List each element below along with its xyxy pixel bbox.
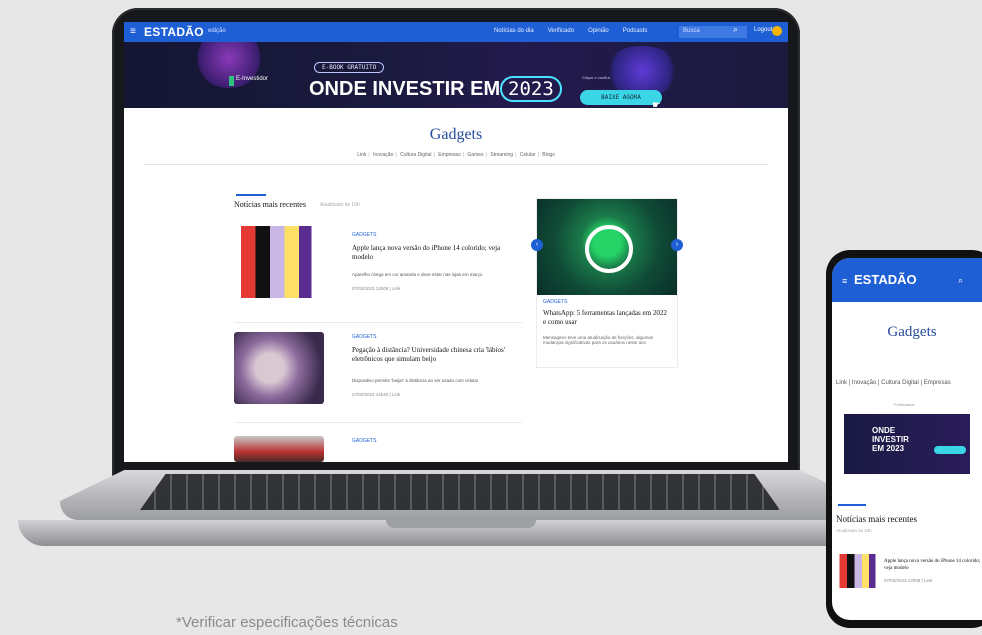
article-tag[interactable]: GADGETS	[352, 438, 376, 444]
laptop-keyboard	[140, 474, 780, 510]
article-title[interactable]: Apple lança nova versão do iPhone 14 col…	[884, 558, 982, 572]
article-title[interactable]: Apple lança nova versão do iPhone 14 col…	[352, 244, 522, 262]
search-placeholder: Busca	[683, 28, 700, 34]
article-desc: Mensageiro teve uma atualização de funçõ…	[543, 335, 654, 345]
subnav-item[interactable]: Games	[467, 152, 483, 158]
ad-text: ONDE INVESTIR EM 2023	[872, 426, 909, 453]
download-button[interactable]	[934, 446, 966, 454]
featured-article-card[interactable]: ‹ › GADGETS WhatsApp: 5 ferramentas lanç…	[531, 198, 683, 368]
latest-news-subtitle: Atualizado às 10h	[320, 202, 360, 208]
carousel-prev-button[interactable]: ‹	[531, 239, 543, 251]
subnav-item[interactable]: Celular	[520, 152, 536, 158]
user-icon[interactable]	[772, 26, 782, 36]
divider	[234, 322, 522, 323]
article-title[interactable]: Pegação à distância? Universidade chines…	[352, 346, 522, 364]
divider	[144, 164, 768, 165]
article-meta: 07/03/2023 13h08 | Link	[884, 578, 933, 583]
laptop-screen: ≡ ESTADÃO edição Notícias do dia Verific…	[124, 22, 788, 462]
decor-blob	[602, 46, 682, 96]
article-title[interactable]: WhatsApp: 5 ferramentas lançadas em 2022…	[543, 309, 671, 327]
banner-cta-caption: Clique e confira	[582, 75, 610, 80]
article-meta: 27/02/2023 14h40 | Link	[352, 392, 401, 397]
banner-pill: E-BOOK GRATUITO	[314, 62, 385, 73]
section-subnav[interactable]: Link | Inovação | Cultura Digital | Empr…	[836, 380, 951, 386]
section-accent	[838, 504, 866, 506]
separator: |	[433, 152, 435, 158]
article-desc: Dispositivo permite 'beijar' à distância…	[352, 378, 479, 383]
subnav-item[interactable]: Cultura Digital	[400, 152, 431, 158]
nav-link[interactable]: Verificado	[548, 28, 574, 34]
site-navbar: ≡ ESTADÃO edição Notícias do dia Verific…	[124, 22, 788, 42]
page-title: Gadgets	[429, 126, 483, 143]
article-meta: 07/03/2023 13h08 | Link	[352, 286, 401, 291]
site-logo[interactable]: ESTADÃO	[854, 272, 917, 287]
separator: |	[368, 152, 370, 158]
latest-news-subtitle: Atualizado às 10h	[836, 528, 872, 533]
search-icon[interactable]: ⌕	[958, 275, 963, 286]
subnav-item[interactable]: Empresas	[438, 152, 461, 158]
banner-brand: E-Investidor	[236, 76, 269, 82]
latest-news-heading: Notícias mais recentes	[234, 200, 306, 209]
separator: |	[515, 152, 517, 158]
menu-icon[interactable]: ≡	[842, 276, 847, 286]
carousel-next-button[interactable]: ›	[671, 239, 683, 251]
article-tag[interactable]: GADGETS	[352, 232, 376, 238]
article-image[interactable]	[234, 226, 324, 298]
separator: |	[537, 152, 539, 158]
article-image[interactable]	[234, 436, 324, 462]
footnote: *Verificar especificações técnicas	[176, 614, 398, 631]
nav-link[interactable]: Opinião	[588, 28, 609, 34]
cursor-icon: ☛	[652, 100, 661, 108]
download-button[interactable]: BAIXE AGORA	[580, 90, 662, 105]
whatsapp-icon	[585, 225, 633, 273]
article-tag[interactable]: GADGETS	[543, 299, 567, 305]
separator: |	[395, 152, 397, 158]
section-accent	[236, 194, 266, 196]
section-subnav: Link | Inovação | Cultura Digital | Empresa…	[124, 152, 788, 158]
ad-label: Publicidade	[894, 402, 915, 407]
article-desc: Aparelho chega em cor amarela e deve est…	[352, 272, 483, 277]
login-link[interactable]: Logout	[754, 27, 772, 33]
brand-mark-icon	[229, 76, 234, 86]
article-tag[interactable]: GADGETS	[352, 334, 376, 340]
article-image[interactable]	[234, 332, 324, 404]
latest-news-heading: Notícias mais recentes	[836, 514, 917, 524]
banner-year: 2023	[500, 76, 562, 102]
edition-selector[interactable]: edição	[208, 28, 226, 34]
subnav-item[interactable]: Streaming	[490, 152, 513, 158]
laptop-groove	[386, 520, 536, 528]
menu-icon[interactable]: ≡	[130, 27, 136, 37]
ad-banner[interactable]: ONDE INVESTIR EM 2023	[844, 414, 970, 474]
site-logo[interactable]: ESTADÃO	[144, 25, 204, 39]
page-title: Gadgets	[887, 324, 937, 340]
nav-links: Notícias do dia Verificado Opinião Podca…	[494, 28, 647, 34]
nav-link[interactable]: Notícias do dia	[494, 28, 534, 34]
separator: |	[485, 152, 487, 158]
subnav-item[interactable]: Link	[357, 152, 366, 158]
subnav-item[interactable]: Blogs	[542, 152, 555, 158]
article-image[interactable]	[836, 554, 882, 588]
subnav-item[interactable]: Inovação	[373, 152, 393, 158]
article-image[interactable]	[537, 199, 677, 295]
divider	[234, 422, 522, 423]
phone-screen: ≡ ESTADÃO ⌕ Gadgets Link | Inovação | Cu…	[832, 258, 982, 620]
nav-link[interactable]: Podcasts	[623, 28, 648, 34]
banner-headline: ONDE INVESTIR EM	[309, 78, 501, 100]
separator: |	[462, 152, 465, 158]
search-icon[interactable]: ⌕	[733, 24, 738, 35]
mobile-navbar: ≡ ESTADÃO ⌕	[832, 258, 982, 302]
ad-banner[interactable]: E-Investidor E-BOOK GRATUITO ONDE INVEST…	[124, 42, 788, 108]
